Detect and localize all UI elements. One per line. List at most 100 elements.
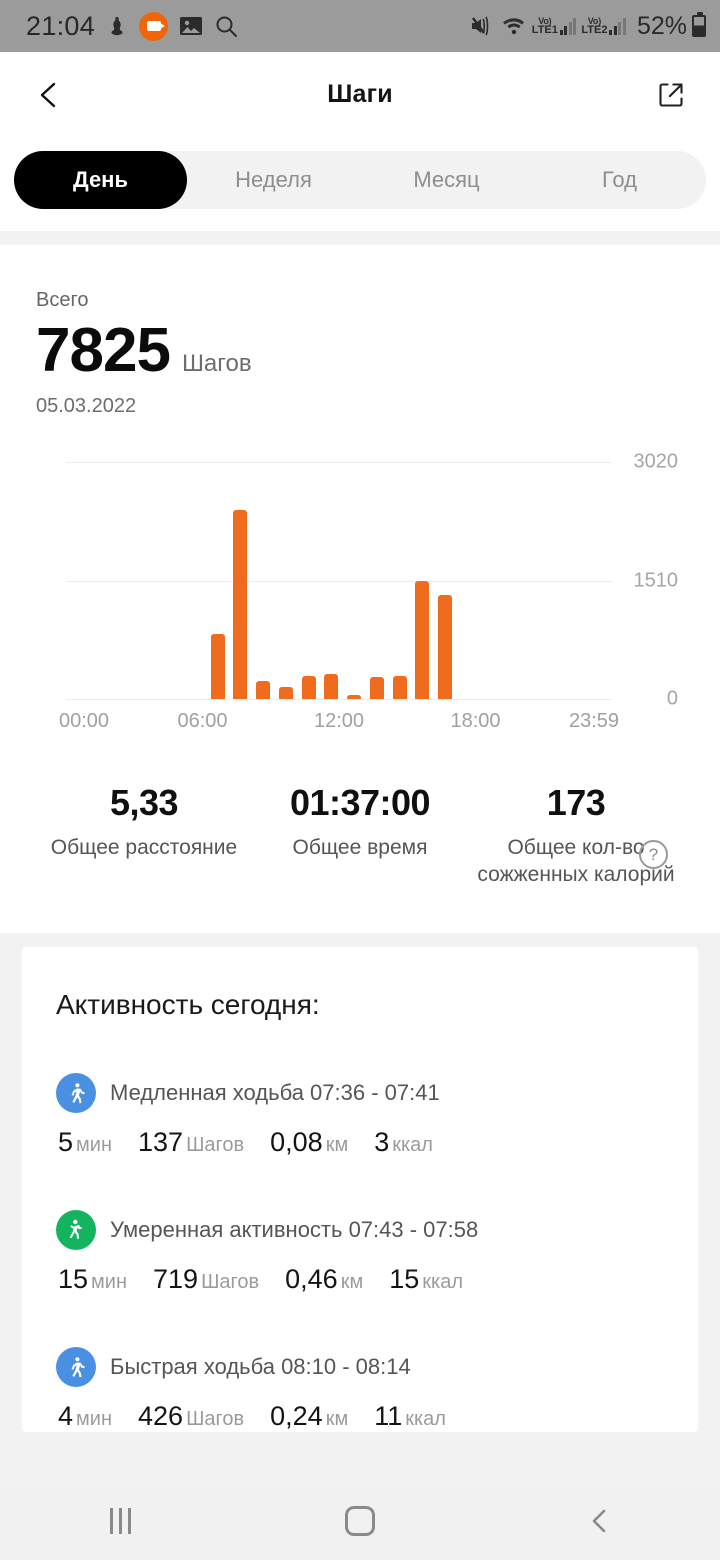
activity-stat: 426 Шагов	[138, 1401, 244, 1432]
period-tabs: День Неделя Месяц Год	[14, 151, 706, 209]
chart-x-tick-label: 00:00	[58, 710, 110, 733]
activity-stat-unit: Шагов	[186, 1133, 245, 1156]
selected-date: 05.03.2022	[36, 395, 137, 418]
activity-stat-value: 5	[58, 1126, 74, 1157]
sim1-bars	[559, 18, 577, 35]
sim2-signal: Vo) LTE2	[581, 16, 626, 36]
steps-bar-chart[interactable]: 0 1510 3020 00:00 06:00 12:00 18:00 23:59	[36, 444, 684, 744]
chart-x-tick-label: 23:59	[568, 710, 620, 733]
activity-stat-value: 4	[58, 1400, 74, 1431]
activity-item-header: Медленная ходьба 07:36 - 07:41	[56, 1072, 664, 1113]
activity-stat-unit: км	[325, 1133, 349, 1156]
chart-bar[interactable]	[278, 687, 293, 700]
chart-bar[interactable]	[438, 594, 453, 700]
summary-time: 01:37:00 Общее время	[252, 782, 468, 889]
activity-stat-unit: ккал	[405, 1407, 446, 1430]
activity-list: Медленная ходьба 07:36 - 07:41 5 мин 137 Шаг…	[22, 1021, 698, 1432]
chart-bar[interactable]	[324, 673, 339, 700]
activity-item-stats: 15 мин 719 Шагов 0,46 км 15 ккал	[56, 1264, 664, 1295]
tab-year[interactable]: Год	[533, 151, 706, 209]
sim1-volte-label: Vo) LTE1	[531, 16, 558, 36]
activity-stat: 11 ккал	[374, 1401, 446, 1432]
chart-bar[interactable]	[392, 676, 407, 700]
activity-stat-unit: ккал	[392, 1133, 433, 1156]
summary-time-value: 01:37:00	[289, 782, 431, 824]
activity-stat-unit: км	[325, 1407, 349, 1430]
activity-stat-unit: мин	[76, 1407, 112, 1430]
activity-stat: 0,08 км	[270, 1127, 348, 1158]
chart-bar[interactable]	[301, 676, 316, 700]
app-header: Шаги	[0, 52, 720, 137]
help-icon[interactable]: ?	[639, 840, 668, 870]
activity-stat-value: 15	[58, 1263, 89, 1294]
chart-bar[interactable]	[256, 680, 271, 700]
activity-stat-value: 0,46	[285, 1263, 338, 1294]
activity-item-stats: 4 мин 426 Шагов 0,24 км 11 ккал	[56, 1401, 664, 1432]
activity-stat: 719 Шагов	[153, 1264, 259, 1295]
status-bar-left: 21:04	[26, 11, 238, 42]
tab-week[interactable]: Неделя	[187, 151, 360, 209]
status-bar-right: Vo) LTE1 Vo) LTE2 52%	[470, 12, 706, 41]
home-icon[interactable]	[300, 1482, 420, 1560]
summary-time-label: Общее время	[292, 836, 428, 860]
activity-list-item[interactable]: Быстрая ходьба 08:10 - 08:14 4 мин 426 Шагов…	[56, 1295, 664, 1432]
sim1-signal: Vo) LTE1	[531, 16, 577, 36]
mute-vibrate-icon	[470, 14, 496, 38]
tab-month[interactable]: Месяц	[360, 151, 533, 209]
gallery-icon	[179, 15, 203, 37]
scroll-area[interactable]: Шаги День Неделя Месяц Год Всего 7825 Ша…	[0, 52, 720, 1482]
activity-item-header: Умеренная активность 07:43 - 07:58	[56, 1209, 664, 1250]
tab-day[interactable]: День	[14, 151, 187, 209]
sim2-volte-label: Vo) LTE2	[581, 16, 608, 36]
search-icon	[214, 14, 238, 38]
activity-card: Активность сегодня: Медленная ходьба 07:…	[22, 946, 698, 1432]
chart-x-tick-label: 12:00	[313, 710, 365, 733]
chart-bar[interactable]	[233, 509, 248, 700]
activity-stat-unit: мин	[76, 1133, 112, 1156]
activity-stat: 4 мин	[58, 1401, 112, 1432]
walking-person-icon	[56, 1346, 96, 1387]
battery-percent: 52%	[636, 11, 687, 40]
chart-x-axis: 00:00 06:00 12:00 18:00 23:59	[59, 710, 619, 738]
activity-stat-unit: мин	[91, 1270, 128, 1293]
chart-bar[interactable]	[210, 633, 225, 700]
activity-stat-unit: Шагов	[201, 1270, 260, 1293]
total-caption: Всего	[36, 289, 89, 311]
external-link-icon[interactable]	[648, 72, 694, 118]
active-person-icon	[56, 1209, 96, 1250]
activity-item-stats: 5 мин 137 Шагов 0,08 км 3 ккал	[56, 1127, 664, 1158]
activity-stat: 15 ккал	[389, 1264, 463, 1295]
status-clock: 21:04	[26, 10, 96, 41]
activity-stat: 5 мин	[58, 1127, 112, 1158]
chart-bars	[66, 462, 612, 700]
status-bar: 21:04 Vo) LTE1 Vo) LTE2 52%	[0, 0, 720, 52]
recents-icon[interactable]	[60, 1482, 180, 1560]
total-steps-value-row: 7825 Шагов	[36, 318, 684, 383]
summary-distance-label: Общее расстояние	[50, 836, 238, 860]
activity-item-name: Умеренная активность 07:43 - 07:58	[110, 1216, 479, 1242]
summary-distance: 5,33 Общее расстояние	[36, 782, 252, 889]
summary-calories: 173 Общее кол-во сожженных калорий	[468, 782, 684, 889]
chart-y-tick-label: 0	[666, 687, 678, 710]
activity-stat: 3 ккал	[374, 1127, 433, 1158]
wifi-icon	[501, 15, 527, 37]
steps-summary-card: Всего 7825 Шагов 05.03.2022 0 1510 3020 00…	[0, 245, 720, 933]
activity-item-header: Быстрая ходьба 08:10 - 08:14	[56, 1346, 664, 1387]
activity-stat-value: 15	[389, 1263, 420, 1294]
chart-bar[interactable]	[369, 677, 384, 700]
chart-bar[interactable]	[415, 580, 430, 700]
back-chevron-icon[interactable]	[26, 72, 72, 118]
activity-list-item[interactable]: Медленная ходьба 07:36 - 07:41 5 мин 137 Шаг…	[56, 1021, 664, 1158]
chart-bar[interactable]	[347, 694, 362, 700]
activity-stat-unit: км	[340, 1270, 364, 1293]
activity-stat-value: 426	[138, 1400, 184, 1431]
activity-stat: 0,46 км	[285, 1264, 363, 1295]
activity-list-item[interactable]: Умеренная активность 07:43 - 07:58 15 мин 7…	[56, 1158, 664, 1295]
chart-gridline	[66, 699, 612, 701]
chart-plot-area: 0 1510 3020	[66, 451, 678, 710]
summary-calories-value: 173	[546, 782, 606, 824]
activity-stat-value: 11	[374, 1400, 403, 1431]
chart-x-tick-label: 06:00	[177, 710, 228, 733]
page-title: Шаги	[327, 80, 393, 108]
back-icon[interactable]	[540, 1482, 660, 1560]
